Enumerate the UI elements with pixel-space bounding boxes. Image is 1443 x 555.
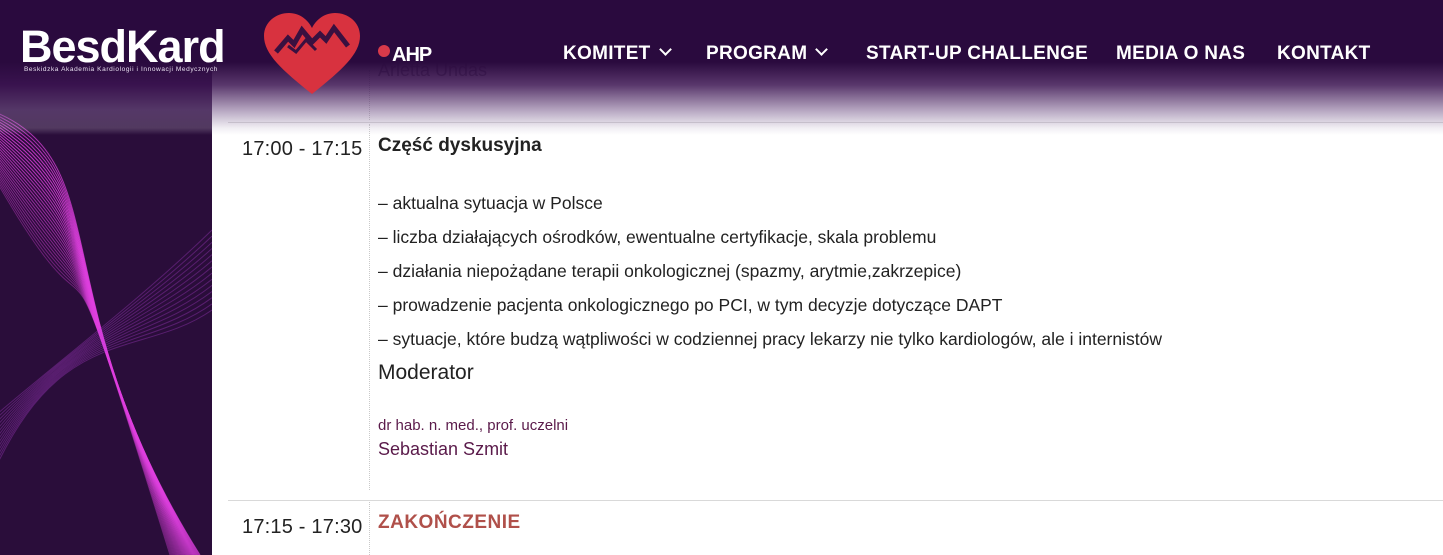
wave-line — [0, 272, 212, 438]
wave-line — [0, 266, 212, 435]
logo-tagline: Beskidzka Akademia Kardiologii i Innowac… — [24, 66, 219, 73]
topic-item: – działania niepożądane terapii onkologi… — [378, 261, 962, 281]
logo-wordmark: BesdKard — [20, 21, 226, 72]
wave-lines-graphic — [0, 113, 212, 555]
row-divider — [228, 500, 1443, 501]
partner-logo[interactable]: AHP — [378, 44, 432, 67]
topic-item: – prowadzenie pacjenta onkologicznego po… — [378, 295, 1003, 315]
nav-item-startup-challenge[interactable]: START-UP CHALLENGE — [866, 41, 1088, 67]
topic-item: – aktualna sytuacja w Polsce — [378, 193, 603, 213]
column-divider — [369, 502, 370, 555]
nav-item-komitet[interactable]: KOMITET — [563, 41, 672, 67]
nav-item-media-o-nas[interactable]: MEDIA O NAS — [1116, 41, 1245, 67]
nav-label: MEDIA O NAS — [1116, 43, 1246, 64]
session-time: 17:00 - 17:15 — [242, 138, 363, 160]
nav-label: START-UP CHALLENGE — [866, 43, 1089, 64]
moderator-heading: Moderator — [378, 361, 474, 384]
program-content: Arletta Undas 17:00 - 17:15 Część dyskus… — [212, 0, 1443, 555]
wave-line — [0, 186, 171, 555]
heart-logo-icon — [264, 13, 360, 94]
nav-item-program[interactable]: PROGRAM — [706, 41, 829, 67]
partner-logo-text: AHP — [392, 44, 432, 66]
column-divider — [369, 70, 370, 120]
nav-label: KONTAKT — [1277, 43, 1371, 64]
nav-label: PROGRAM — [706, 43, 808, 64]
column-divider — [369, 124, 370, 490]
nav-item-kontakt[interactable]: KONTAKT — [1277, 41, 1371, 67]
session-title: Część dyskusyjna — [378, 135, 542, 156]
topic-item: – liczba działających ośrodków, ewentual… — [378, 227, 937, 247]
moderator-academic-title: dr hab. n. med., prof. uczelni — [378, 417, 569, 434]
closing-time: 17:15 - 17:30 — [242, 516, 363, 538]
session-topics-list: – aktualna sytuacja w Polsce – liczba dz… — [378, 190, 1162, 360]
moderator-name-link[interactable]: Sebastian Szmit — [378, 439, 508, 460]
chevron-down-icon — [815, 43, 829, 56]
topic-item: – sytuacje, które budzą wątpliwości w co… — [378, 329, 1162, 349]
partner-logo-icon — [378, 45, 390, 57]
chevron-down-icon — [658, 43, 672, 56]
decorative-side-panel — [0, 0, 212, 555]
site-logo-link[interactable]: BesdKard Beskidzka Akademia Kardiologii … — [20, 21, 226, 73]
closing-title: ZAKOŃCZENIE — [378, 512, 521, 533]
row-divider — [228, 122, 1443, 123]
nav-label: KOMITET — [563, 43, 651, 64]
wave-line — [0, 291, 212, 449]
